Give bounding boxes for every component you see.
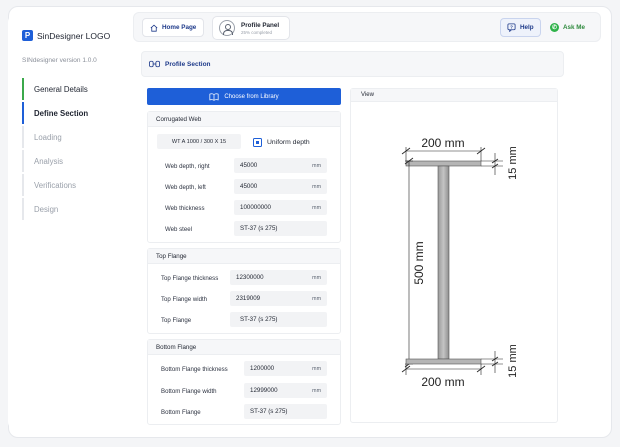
- ask-me-button[interactable]: ✆ Ask Me: [546, 18, 589, 37]
- section-header: Profile Section: [141, 51, 564, 77]
- bottom-flange-steel-label: Bottom Flange: [161, 409, 201, 416]
- top-flange-steel-select[interactable]: ST-37 (s 275): [230, 312, 327, 327]
- user-icon: [219, 20, 235, 36]
- top-flange-thickness-unit: mm: [312, 274, 321, 281]
- bottom-thickness-label: 15 mm: [507, 344, 519, 378]
- profile-progress-text: 25% completed: [241, 29, 273, 35]
- top-flange-width-value: 2319009: [236, 295, 261, 302]
- section-drawing: 200 mm 15 mm 500 mm 15 mm 200 mm: [401, 136, 519, 389]
- home-icon: [150, 24, 158, 32]
- checkbox-checked-icon: [253, 138, 262, 147]
- sidebar-item-design[interactable]: Design: [22, 198, 118, 220]
- web-profile-select[interactable]: WT A 1000 / 300 X 15: [157, 134, 241, 149]
- bottom-flange-thickness-value: 1200000: [250, 365, 275, 372]
- bottom-thickness-dimension: 15 mm: [481, 344, 519, 378]
- top-thickness-label: 15 mm: [507, 146, 519, 180]
- bottom-flange-width-unit: mm: [312, 387, 321, 394]
- svg-text:?: ?: [510, 24, 513, 29]
- bottom-flange-thickness-input[interactable]: 1200000 mm: [244, 361, 327, 376]
- top-flange-steel-label: Top Flange: [161, 317, 192, 324]
- version-text: SINdesigner version 1.0.0: [22, 57, 97, 64]
- logo-icon: P: [22, 30, 33, 41]
- choose-from-library-label: Choose from Library: [224, 93, 279, 100]
- sidebar-item-define-section[interactable]: Define Section: [22, 102, 118, 124]
- bottom-width-dimension: 200 mm: [401, 364, 486, 389]
- web-steel-value: ST-37 (s 275): [240, 225, 278, 232]
- bottom-flange-width-input[interactable]: 12999000 mm: [244, 383, 327, 398]
- height-label: 500 mm: [412, 241, 426, 284]
- height-dimension: 500 mm: [404, 157, 426, 368]
- sidebar-nav: General Details Define Section Loading A…: [22, 78, 118, 222]
- uniform-depth-label: Uniform depth: [267, 139, 310, 146]
- bottom-width-label: 200 mm: [421, 375, 464, 389]
- sidebar-item-loading[interactable]: Loading: [22, 126, 118, 148]
- web-steel-label: Web steel: [165, 226, 192, 233]
- choose-from-library-button[interactable]: Choose from Library: [147, 88, 341, 105]
- web-thickness-unit: mm: [312, 204, 321, 211]
- logo: P SinDesigner LOGO: [22, 30, 110, 41]
- top-flange-width-label: Top Flange width: [161, 296, 208, 303]
- web-depth-right-label: Web depth, right: [165, 163, 210, 170]
- web-depth-left-label: Web depth, left: [165, 184, 206, 191]
- sidebar-item-analysis[interactable]: Analysis: [22, 150, 118, 172]
- web-profile-value: WT A 1000 / 300 X 15: [171, 138, 227, 145]
- web-shape: [437, 165, 450, 360]
- bottom-flange-width-value: 12999000: [250, 387, 278, 394]
- top-flange-width-input[interactable]: 2319009 mm: [230, 291, 327, 306]
- sidebar: P SinDesigner LOGO SINdesigner version 1…: [8, 14, 124, 430]
- web-thickness-value: 100000000: [240, 204, 271, 211]
- sidebar-item-general-details[interactable]: General Details: [22, 78, 118, 100]
- book-icon: [209, 92, 219, 101]
- profile-panel-title: Profile Panel: [241, 21, 280, 29]
- whatsapp-icon: ✆: [550, 23, 559, 32]
- help-label: Help: [520, 24, 534, 31]
- top-flange-thickness-label: Top Flange thickness: [161, 275, 219, 282]
- web-steel-select[interactable]: ST-37 (s 275): [234, 221, 327, 236]
- view-title: View: [351, 89, 557, 102]
- bottom-flange-steel-value: ST-37 (s 275): [250, 408, 288, 415]
- top-thickness-dimension: 15 mm: [481, 146, 519, 180]
- profile-panel[interactable]: Profile Panel 25% completed: [212, 16, 291, 40]
- view-panel: View 200 mm 15 mm 500 mm 15 mm 200 mm: [350, 88, 558, 423]
- top-flange-shape: [405, 160, 482, 167]
- sidebar-item-verifications[interactable]: Verifications: [22, 174, 118, 196]
- ask-me-label: Ask Me: [563, 24, 586, 31]
- uniform-depth-checkbox[interactable]: Uniform depth: [253, 138, 310, 147]
- top-flange-title: Top Flange: [148, 249, 340, 264]
- help-button[interactable]: ? Help: [500, 18, 541, 37]
- web-depth-right-value: 45000: [240, 162, 258, 169]
- bottom-flange-title: Bottom Flange: [148, 340, 340, 355]
- web-depth-right-input[interactable]: 45000 mm: [234, 158, 327, 173]
- web-thickness-label: Web thickness: [165, 205, 205, 212]
- home-page-label: Home Page: [162, 24, 197, 31]
- section-title: Profile Section: [165, 60, 211, 68]
- top-flange-width-unit: mm: [312, 295, 321, 302]
- corrugated-web-title: Corrugated Web: [148, 112, 340, 127]
- web-depth-left-value: 45000: [240, 183, 258, 190]
- bottom-flange-thickness-unit: mm: [312, 365, 321, 372]
- web-depth-left-input[interactable]: 45000 mm: [234, 179, 327, 194]
- top-width-dimension: 200 mm: [401, 136, 486, 161]
- top-bar: Home Page Profile Panel 25% completed ? …: [133, 12, 601, 42]
- logo-text: SinDesigner LOGO: [37, 30, 111, 41]
- home-page-button[interactable]: Home Page: [142, 18, 205, 37]
- bottom-flange-thickness-label: Bottom Flange thickness: [161, 366, 228, 373]
- profile-section-icon: [149, 60, 160, 68]
- web-depth-left-unit: mm: [312, 183, 321, 190]
- bottom-flange-shape: [405, 358, 482, 365]
- web-thickness-input[interactable]: 100000000 mm: [234, 200, 327, 215]
- web-depth-right-unit: mm: [312, 162, 321, 169]
- top-flange-thickness-value: 12300000: [236, 274, 264, 281]
- help-icon: ?: [507, 23, 516, 32]
- top-width-label: 200 mm: [421, 136, 464, 150]
- bottom-flange-width-label: Bottom Flange width: [161, 388, 217, 395]
- top-flange-thickness-input[interactable]: 12300000 mm: [230, 270, 327, 285]
- top-flange-steel-value: ST-37 (s 275): [240, 316, 278, 323]
- bottom-flange-steel-select[interactable]: ST-37 (s 275): [244, 404, 327, 419]
